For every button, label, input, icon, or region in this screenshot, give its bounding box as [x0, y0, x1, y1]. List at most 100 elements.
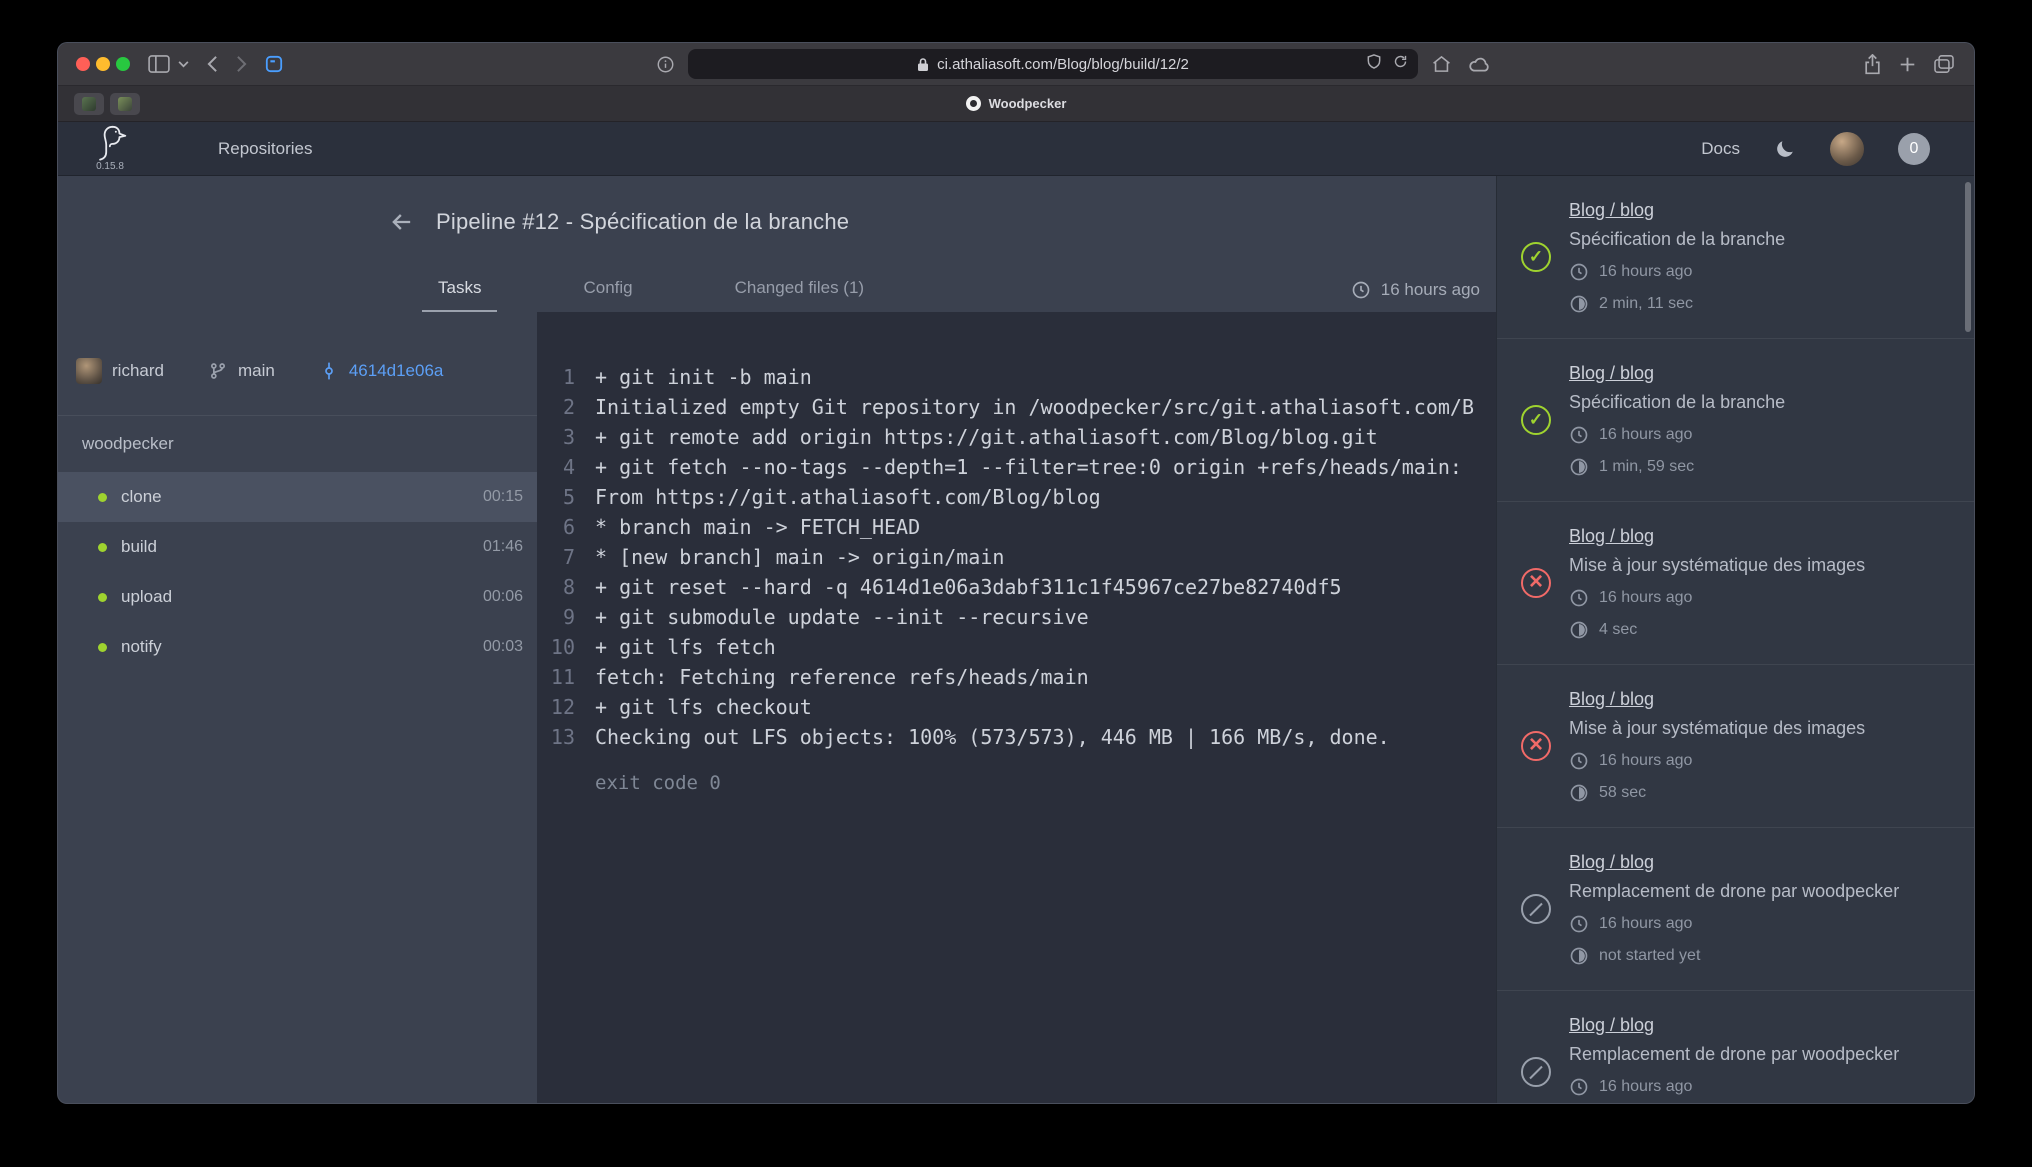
clock-icon [1569, 262, 1589, 282]
privacy-badge-icon[interactable] [1367, 54, 1381, 74]
pinned-tab-1[interactable] [74, 93, 104, 115]
pipeline-status-icon [1521, 731, 1551, 761]
clock-icon [1569, 751, 1589, 771]
step-row[interactable]: build 01:46 [58, 522, 537, 572]
minimize-window-button[interactable] [96, 57, 110, 71]
repo-link[interactable]: Blog / blog [1569, 526, 1654, 547]
pipeline-status-icon [1521, 1057, 1551, 1087]
share-icon[interactable] [1864, 54, 1881, 75]
commit-hash-link[interactable]: 4614d1e06a [349, 361, 444, 381]
log-line: 13Checking out LFS objects: 100% (573/57… [537, 722, 1496, 752]
pipeline-time-row: 16 hours ago [1569, 914, 1948, 934]
pipeline-time-row: 16 hours ago [1569, 1077, 1948, 1097]
pipeline-time-row: 16 hours ago [1569, 588, 1948, 608]
woodpecker-logo[interactable]: 0.15.8 [92, 125, 128, 172]
back-button[interactable] [207, 55, 218, 73]
woodpecker-favicon [966, 96, 981, 111]
log-line-number: 13 [537, 722, 575, 752]
steps-panel: richard main [58, 312, 537, 1103]
back-to-repo-icon[interactable] [388, 208, 416, 236]
pipeline-tab[interactable]: Config [567, 278, 648, 312]
step-group-label: woodpecker [58, 416, 537, 472]
user-avatar[interactable] [1830, 132, 1864, 166]
log-line-text: + git init -b main [595, 362, 812, 392]
notification-badge[interactable]: 0 [1898, 133, 1930, 165]
version-label: 0.15.8 [96, 162, 124, 172]
pipeline-status-icon [1521, 894, 1551, 924]
commit-icon [319, 361, 339, 381]
chevron-down-icon[interactable] [178, 61, 189, 68]
step-duration: 00:06 [483, 588, 523, 606]
pipeline-time-row: 16 hours ago [1569, 425, 1948, 445]
build-meta-row: richard main [58, 312, 537, 416]
log-line: 5From https://git.athaliasoft.com/Blog/b… [537, 482, 1496, 512]
pipeline-message: Remplacement de drone par woodpecker [1569, 881, 1948, 902]
log-lines: 1+ git init -b main 2Initialized empty G… [537, 362, 1496, 752]
repo-link[interactable]: Blog / blog [1569, 689, 1654, 710]
pinned-tab-2[interactable] [110, 93, 140, 115]
repo-link[interactable]: Blog / blog [1569, 1015, 1654, 1036]
log-line-text: * [new branch] main -> origin/main [595, 542, 1004, 572]
pipeline-entry[interactable]: Blog / blog Mise à jour systématique des… [1497, 502, 1974, 665]
pipeline-duration-row: 4 sec [1569, 620, 1948, 640]
pipeline-entry[interactable]: Blog / blog Remplacement de drone par wo… [1497, 828, 1974, 991]
pipeline-status-icon [1521, 242, 1551, 272]
sidebar-scrollbar[interactable] [1965, 182, 1971, 332]
repo-link[interactable]: Blog / blog [1569, 200, 1654, 221]
step-status-dot-icon [98, 643, 107, 652]
reload-icon[interactable] [1393, 54, 1408, 74]
pipeline-message: Spécification de la branche [1569, 392, 1948, 413]
close-window-button[interactable] [76, 57, 90, 71]
pipeline-entry[interactable]: Blog / blog Spécification de la branche … [1497, 339, 1974, 502]
step-row[interactable]: upload 00:06 [58, 572, 537, 622]
lock-icon [917, 57, 929, 72]
forward-button[interactable] [236, 55, 247, 73]
duration-icon [1569, 457, 1589, 477]
step-duration: 01:46 [483, 538, 523, 556]
commit-item: 4614d1e06a [319, 361, 444, 381]
tab-group-icon[interactable] [265, 55, 283, 73]
author-item: richard [76, 358, 164, 384]
address-bar[interactable]: ci.athaliasoft.com/Blog/blog/build/12/2 [688, 49, 1418, 79]
clock-icon [1569, 588, 1589, 608]
pipeline-entry-list: Blog / blog Spécification de la branche … [1497, 176, 1974, 1103]
nav-repositories-link[interactable]: Repositories [218, 139, 313, 159]
icloud-tabs-icon[interactable] [1469, 57, 1490, 72]
nav-docs-link[interactable]: Docs [1701, 139, 1740, 159]
clock-icon [1569, 425, 1589, 445]
pipeline-status-icon [1521, 405, 1551, 435]
active-tab[interactable]: Woodpecker [966, 96, 1067, 111]
log-panel[interactable]: 1+ git init -b main 2Initialized empty G… [537, 312, 1496, 1103]
woodpecker-bird-icon [92, 125, 128, 161]
pipeline-entry[interactable]: Blog / blog Mise à jour systématique des… [1497, 665, 1974, 828]
duration-icon [1569, 783, 1589, 803]
pipeline-message: Remplacement de drone par woodpecker [1569, 1044, 1948, 1065]
sidebar-toggle-icon[interactable] [148, 55, 170, 73]
pipeline-view: Pipeline #12 - Spécification de la branc… [58, 176, 1496, 1103]
pipeline-entry[interactable]: Blog / blog Spécification de la branche … [1497, 176, 1974, 339]
pipeline-entry[interactable]: Blog / blog Remplacement de drone par wo… [1497, 991, 1974, 1103]
step-row[interactable]: notify 00:03 [58, 622, 537, 672]
pipeline-tab[interactable]: Tasks [422, 278, 497, 312]
clock-icon [1351, 280, 1371, 300]
repo-link[interactable]: Blog / blog [1569, 363, 1654, 384]
exit-code: exit code 0 [595, 768, 1496, 798]
zoom-window-button[interactable] [116, 57, 130, 71]
step-row[interactable]: clone 00:15 [58, 472, 537, 522]
log-line: 11fetch: Fetching reference refs/heads/m… [537, 662, 1496, 692]
log-line-text: + git lfs fetch [595, 632, 776, 662]
pinned-tab-2-favicon [118, 97, 132, 111]
log-line-number: 8 [537, 572, 575, 602]
traffic-lights [76, 57, 130, 71]
step-name: clone [121, 487, 162, 507]
home-icon[interactable] [1432, 55, 1451, 73]
tab-overview-icon[interactable] [1934, 55, 1954, 73]
dark-mode-toggle-icon[interactable] [1774, 138, 1796, 160]
repo-link[interactable]: Blog / blog [1569, 852, 1654, 873]
log-line-number: 6 [537, 512, 575, 542]
browser-window: ci.athaliasoft.com/Blog/blog/build/12/2 [57, 42, 1975, 1104]
log-line-number: 11 [537, 662, 575, 692]
page-info-icon[interactable] [657, 56, 674, 73]
new-tab-icon[interactable] [1899, 56, 1916, 73]
pipeline-tab[interactable]: Changed files (1) [719, 278, 880, 312]
